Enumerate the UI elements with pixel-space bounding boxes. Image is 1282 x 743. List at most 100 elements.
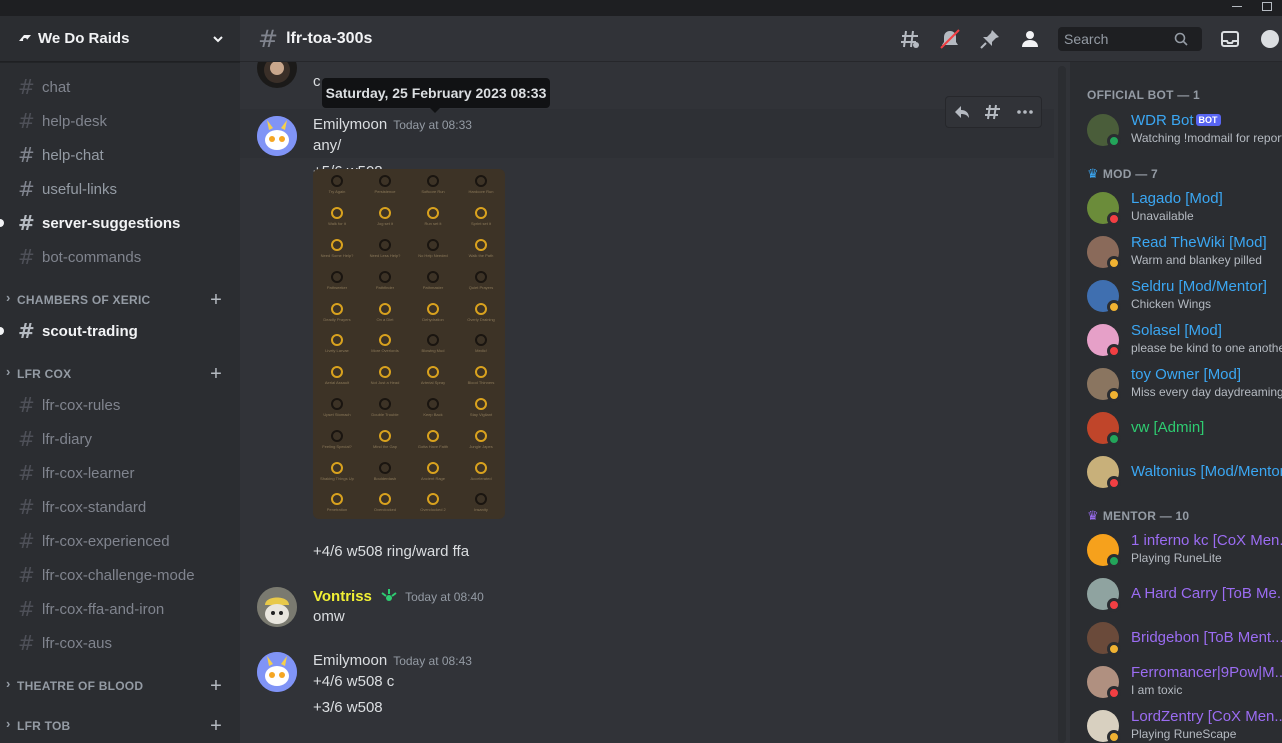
author-name[interactable]: Vontriss: [313, 588, 372, 605]
channel-lfr-cox-learner[interactable]: # lfr-cox-learner: [0, 456, 240, 490]
member-list-icon[interactable]: [1018, 27, 1042, 51]
member-item[interactable]: 1 inferno kc [CoX Men... Playing RuneLite: [1087, 532, 1282, 572]
avatar[interactable]: [257, 587, 297, 627]
achievement-icon: [475, 493, 487, 506]
achievement-label: Need Some Help?: [320, 252, 354, 258]
channel-server-suggestions[interactable]: # server-suggestions: [0, 206, 240, 240]
role-crown-icon: ♛: [1087, 166, 1099, 181]
image-attachment[interactable]: Try Again Persistence Softcore Run Hardcore…: [313, 169, 505, 519]
message-timestamp[interactable]: Today at 08:40: [405, 590, 484, 604]
member-item[interactable]: A Hard Carry [ToB Me...: [1087, 576, 1282, 616]
channel-lfr-cox-ffa-and-iron[interactable]: # lfr-cox-ffa-and-iron: [0, 592, 240, 626]
channel-lfr-cox-rules[interactable]: # lfr-cox-rules: [0, 388, 240, 422]
scrollbar[interactable]: [1058, 66, 1066, 743]
channel-lfr-cox-aus[interactable]: # lfr-cox-aus: [0, 626, 240, 660]
achievement-tile: Hardcore Run: [457, 169, 505, 201]
avatar[interactable]: [257, 62, 297, 88]
achievement-tile: Penetration: [313, 487, 361, 519]
channel-label: help-desk: [42, 112, 108, 130]
channel-help-chat[interactable]: # help-chat: [0, 138, 240, 172]
message-text: any/: [313, 137, 342, 154]
achievement-tile: Aerial Assault: [313, 360, 361, 392]
threads-icon[interactable]: [898, 27, 922, 51]
member-item[interactable]: Lagado [Mod] Unavailable: [1087, 190, 1282, 230]
server-header[interactable]: We Do Raids: [0, 16, 240, 62]
bot-tag: BOT: [1195, 114, 1221, 126]
author-name[interactable]: Emilymoon: [313, 116, 387, 133]
channel-label: server-suggestions: [42, 214, 181, 232]
member-group-title: OFFICIAL BOT — 1: [1087, 88, 1200, 102]
achievement-label: Insanity: [474, 507, 488, 513]
help-icon[interactable]: [1258, 27, 1282, 51]
channel-lfr-cox-challenge-mode[interactable]: # lfr-cox-challenge-mode: [0, 558, 240, 592]
achievement-icon: [427, 397, 439, 410]
achievement-tile: Deadly Prayers: [313, 296, 361, 328]
text-channel-icon: #: [18, 143, 35, 167]
achievement-label: Persistence: [374, 189, 396, 195]
chevron-down-icon[interactable]: [212, 33, 224, 45]
achievement-icon: [379, 366, 391, 379]
category-label: LFR TOB: [17, 719, 71, 733]
achievement-tile: Accelerated: [457, 455, 505, 487]
member-name: Lagado [Mod]: [1131, 190, 1223, 207]
presence-dnd-icon: [1107, 476, 1121, 490]
member-group-header: ♛ MENTOR — 10: [1087, 508, 1189, 524]
channel-label: scout-trading: [42, 322, 138, 340]
achievement-label: Quiet Prayers: [468, 284, 494, 290]
message-timestamp[interactable]: Today at 08:33: [393, 118, 472, 132]
achievement-icon: [475, 397, 487, 410]
channel-chat[interactable]: # chat: [0, 70, 240, 104]
member-item[interactable]: Read TheWiki [Mod] Warm and blankey pille…: [1087, 234, 1282, 274]
achievement-tile: Jog set it: [361, 201, 409, 233]
achievement-label: Mind the Gap: [372, 443, 397, 449]
achievement-icon: [475, 238, 487, 251]
channel-useful-links[interactable]: # useful-links: [0, 172, 240, 206]
category-header[interactable]: › THEATRE OF BLOOD +: [0, 660, 240, 700]
channel-lfr-cox-experienced[interactable]: # lfr-cox-experienced: [0, 524, 240, 558]
reply-icon[interactable]: [950, 100, 974, 124]
member-name-text: Waltonius [Mod/Mentor]: [1131, 463, 1282, 480]
channel-scout-trading[interactable]: # scout-trading: [0, 314, 240, 348]
author-name[interactable]: Emilymoon: [313, 652, 387, 669]
channel-help-desk[interactable]: # help-desk: [0, 104, 240, 138]
discord-app: We Do Raids # chat # help-desk # help-chat # us…: [0, 0, 1282, 743]
member-item[interactable]: LordZentry [CoX Men... Playing RuneScape: [1087, 708, 1282, 743]
achievement-icon: [379, 461, 391, 474]
achievement-tile: Need Less Help?: [361, 233, 409, 265]
channel-lfr-diary[interactable]: # lfr-diary: [0, 422, 240, 456]
maximize-icon[interactable]: [1262, 2, 1272, 11]
avatar[interactable]: [257, 652, 297, 692]
more-options-icon[interactable]: [1013, 100, 1037, 124]
achievement-label: Need Less Help?: [369, 252, 401, 258]
add-channel-icon[interactable]: +: [210, 676, 222, 696]
member-item[interactable]: Solasel [Mod] please be kind to one anoth…: [1087, 322, 1282, 362]
category-header[interactable]: › LFR COX +: [0, 348, 240, 388]
member-item[interactable]: toy Owner [Mod] Miss every day daydreamin…: [1087, 366, 1282, 406]
channel-bot-commands[interactable]: # bot-commands: [0, 240, 240, 274]
pin-icon[interactable]: [978, 27, 1002, 51]
add-channel-icon[interactable]: +: [210, 716, 222, 736]
search-input[interactable]: [1064, 30, 1174, 47]
add-channel-icon[interactable]: +: [210, 364, 222, 384]
member-item[interactable]: Seldru [Mod/Mentor] Chicken Wings: [1087, 278, 1282, 318]
member-item[interactable]: Ferromancer|9Pow|M... I am toxic: [1087, 664, 1282, 704]
minimize-icon[interactable]: [1232, 6, 1242, 7]
create-thread-icon[interactable]: [981, 100, 1005, 124]
inbox-icon[interactable]: [1218, 27, 1242, 51]
member-item[interactable]: WDR Bot BOT Watching !modmail for reports: [1087, 112, 1282, 152]
notification-muted-icon[interactable]: [938, 27, 962, 51]
achievement-tile: Pathmaster: [409, 264, 457, 296]
text-channel-icon: #: [18, 597, 35, 621]
add-channel-icon[interactable]: +: [210, 290, 222, 310]
search-box[interactable]: [1058, 26, 1202, 51]
channel-lfr-cox-standard[interactable]: # lfr-cox-standard: [0, 490, 240, 524]
message-timestamp[interactable]: Today at 08:43: [393, 654, 472, 668]
category-header[interactable]: › LFR TOB +: [0, 700, 240, 740]
achievement-tile: Shaking Things Up: [313, 455, 361, 487]
category-header[interactable]: › CHAMBERS OF XERIC +: [0, 274, 240, 314]
member-item[interactable]: vw [Admin]: [1087, 410, 1282, 450]
member-item[interactable]: Waltonius [Mod/Mentor]: [1087, 454, 1282, 494]
member-item[interactable]: Bridgebon [ToB Ment...: [1087, 620, 1282, 660]
achievement-tile: Quiet Prayers: [457, 264, 505, 296]
avatar[interactable]: [257, 116, 297, 156]
